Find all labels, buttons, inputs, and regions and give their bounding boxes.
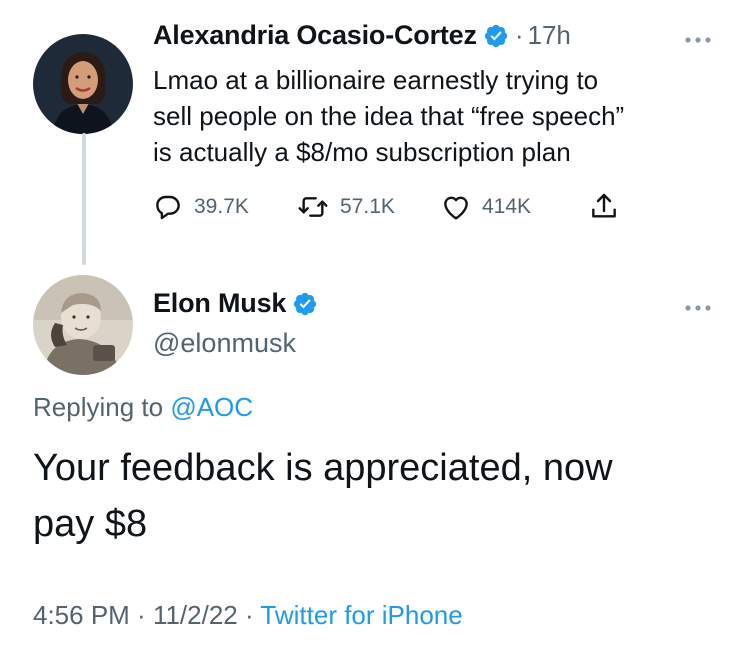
- tweet-text-line: Your feedback is appreciated, now: [33, 447, 613, 489]
- tweet-text-line: pay $8: [33, 503, 148, 545]
- tweet-date[interactable]: 11/2/22: [153, 600, 238, 630]
- aoc-avatar-image: [33, 34, 133, 134]
- tweet-time-ago[interactable]: 17h: [527, 20, 570, 51]
- share-icon: [592, 193, 616, 218]
- parent-tweet-header: Alexandria Ocasio-Cortez · 17h: [153, 20, 571, 51]
- reply-tweet-text: Your feedback is appreciated, now pay $8: [33, 440, 723, 552]
- mention-link[interactable]: @AOC: [170, 392, 253, 422]
- retweet-button[interactable]: 57.1K: [296, 191, 395, 223]
- elon-musk-avatar[interactable]: [33, 275, 133, 375]
- tweet-thread: Alexandria Ocasio-Cortez · 17h Lmao at a…: [0, 0, 750, 648]
- like-count: 414K: [482, 195, 532, 218]
- reply-count: 39.7K: [194, 195, 249, 218]
- tweet-text-line: Lmao at a billionaire earnestly trying t…: [153, 65, 599, 95]
- replying-to-line: Replying to @AOC: [33, 392, 253, 423]
- tweet-time[interactable]: 4:56 PM: [33, 600, 130, 630]
- meta-separator: ·: [237, 600, 261, 630]
- verified-badge-icon: [294, 292, 317, 315]
- tweet-meta: 4:56 PM · 11/2/22 · Twitter for iPhone: [33, 600, 463, 631]
- author-name[interactable]: Alexandria Ocasio-Cortez: [153, 20, 477, 51]
- meta-separator: ·: [129, 600, 153, 630]
- author-name[interactable]: Elon Musk: [153, 288, 286, 319]
- retweet-icon: [298, 197, 328, 217]
- like-button[interactable]: 414K: [440, 191, 531, 223]
- tweet-text-line: is actually a $8/mo subscription plan: [153, 137, 571, 167]
- reply-button[interactable]: 39.7K: [152, 191, 249, 223]
- tweet-source-link[interactable]: Twitter for iPhone: [260, 600, 462, 630]
- verified-badge-icon: [484, 24, 507, 47]
- author-handle[interactable]: @elonmusk: [153, 328, 296, 359]
- reply-icon: [156, 195, 180, 220]
- retweet-count: 57.1K: [340, 195, 395, 218]
- like-icon: [444, 196, 468, 220]
- share-button[interactable]: [588, 191, 630, 223]
- parent-tweet-text: Lmao at a billionaire earnestly trying t…: [153, 62, 723, 170]
- reply-tweet-header: Elon Musk: [153, 288, 318, 319]
- tweet-action-bar: 39.7K 57.1K 414K: [152, 191, 632, 223]
- aoc-avatar[interactable]: [33, 34, 133, 134]
- tweet-text-line: sell people on the idea that “free speec…: [153, 101, 625, 131]
- header-separator: ·: [514, 20, 524, 50]
- thread-connector-line: [82, 133, 86, 265]
- elon-musk-avatar-image: [33, 275, 133, 375]
- more-icon[interactable]: [684, 36, 712, 44]
- replying-prefix: Replying to: [33, 392, 171, 422]
- more-icon[interactable]: [684, 304, 712, 312]
